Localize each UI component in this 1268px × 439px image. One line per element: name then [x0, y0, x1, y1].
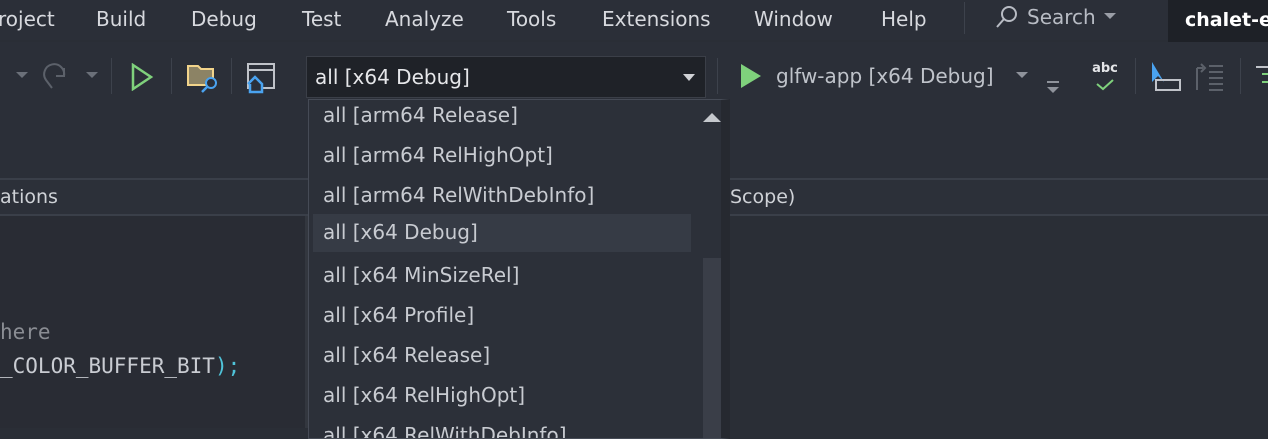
code-comment: here	[0, 320, 51, 344]
divider	[1240, 58, 1241, 94]
menu-project[interactable]: roject	[0, 7, 55, 31]
code-punctuation: );	[214, 354, 241, 378]
start-without-debugging-icon[interactable]	[130, 63, 154, 91]
spell-check-button[interactable]: abc	[1090, 62, 1120, 95]
menu-debug[interactable]: Debug	[191, 7, 257, 31]
solution-configuration-dropdown[interactable]: all [x64 Debug]	[306, 56, 706, 98]
search-icon	[996, 6, 1017, 28]
scroll-up-icon[interactable]	[703, 113, 721, 122]
undo-dropdown-icon[interactable]	[16, 72, 28, 80]
member-scope-dropdown[interactable]: Scope)	[730, 186, 795, 208]
menu-extensions[interactable]: Extensions	[602, 7, 711, 31]
menu-tools[interactable]: Tools	[507, 7, 556, 31]
dropdown-option[interactable]: all [arm64 RelHighOpt]	[313, 137, 691, 175]
configuration-value: all [x64 Debug]	[315, 65, 470, 89]
divider	[1135, 58, 1136, 94]
menu-bar: roject Build Debug Test Analyze Tools Ex…	[0, 0, 1268, 42]
home-window-icon[interactable]	[246, 62, 278, 94]
search-button[interactable]: Search	[995, 5, 1116, 29]
project-scope-dropdown[interactable]: ations	[0, 186, 58, 208]
select-cursor-icon[interactable]	[1150, 60, 1186, 94]
dropdown-option[interactable]: all [x64 RelHighOpt]	[313, 377, 691, 415]
start-debugging-icon[interactable]	[740, 63, 762, 89]
target-dropdown-icon[interactable]	[1016, 72, 1028, 80]
checkmark-icon	[1096, 79, 1114, 91]
divider	[171, 58, 172, 94]
menu-test[interactable]: Test	[302, 7, 341, 31]
redo-icon[interactable]	[42, 62, 74, 92]
divider	[231, 58, 232, 94]
code-identifier: _COLOR_BUFFER_BIT	[0, 354, 215, 378]
redo-dropdown-icon[interactable]	[86, 72, 98, 80]
configuration-dropdown-list: all [arm64 Release] all [arm64 RelHighOp…	[308, 99, 730, 439]
search-label: Search	[1027, 5, 1096, 29]
open-folder-search-icon[interactable]	[187, 62, 221, 94]
dropdown-option-selected[interactable]: all [x64 Debug]	[313, 214, 691, 252]
dropdown-option[interactable]: all [arm64 Release]	[313, 100, 691, 135]
divider	[964, 2, 965, 34]
format-document-icon[interactable]	[1195, 62, 1229, 92]
menu-help[interactable]: Help	[881, 7, 927, 31]
menu-window[interactable]: Window	[754, 7, 833, 31]
divider	[717, 58, 718, 94]
overflow-icon[interactable]	[1046, 80, 1060, 94]
scrollbar-thumb[interactable]	[703, 258, 721, 438]
spell-check-label: abc	[1092, 61, 1118, 76]
outline-icon[interactable]	[1254, 62, 1268, 92]
chevron-down-icon	[1103, 13, 1116, 19]
window-title: chalet-e	[1168, 0, 1268, 42]
menu-analyze[interactable]: Analyze	[385, 7, 464, 31]
code-line: _COLOR_BUFFER_BIT);	[0, 354, 240, 378]
dropdown-option[interactable]: all [arm64 RelWithDebInfo]	[313, 177, 691, 215]
dropdown-option[interactable]: all [x64 Release]	[313, 337, 691, 375]
dropdown-option[interactable]: all [x64 RelWithDebInfo]	[313, 417, 691, 438]
divider	[111, 58, 112, 94]
startup-target-label[interactable]: glfw-app [x64 Debug]	[776, 64, 994, 88]
code-editor[interactable]: here _COLOR_BUFFER_BIT);	[0, 216, 308, 428]
dropdown-option[interactable]: all [x64 MinSizeRel]	[313, 257, 691, 295]
menu-build[interactable]: Build	[96, 7, 146, 31]
dropdown-option[interactable]: all [x64 Profile]	[313, 297, 691, 335]
chevron-down-icon[interactable]	[683, 74, 695, 81]
